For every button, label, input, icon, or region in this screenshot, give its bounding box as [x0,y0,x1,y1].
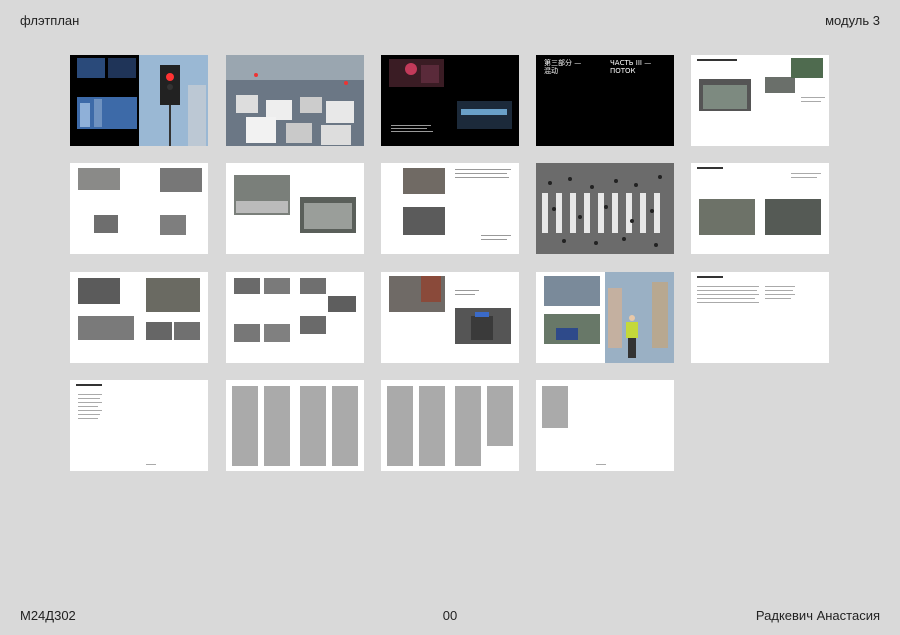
spread-7 [226,163,364,254]
spread-5 [691,55,829,146]
spread-9 [536,163,674,254]
spread-15 [691,272,829,363]
spread-14 [536,272,674,363]
part-title-zh-1: 第三部分 — [544,58,581,67]
flatplan-title: флэтплан [20,13,80,28]
part-title-ru-1: ЧАСТЬ III — [610,59,651,67]
spread-6 [70,163,208,254]
module-label: модуль 3 [825,13,880,28]
spread-3 [381,55,519,146]
author-name: Радкевич Анастасия [755,608,880,623]
spread-1 [70,55,208,146]
spread-12 [226,272,364,363]
part-title-zh-2: 混动 [544,66,558,75]
spread-part-title: 第三部分 — 混动 ЧАСТЬ III — ПОТОК [536,55,674,146]
spread-17 [226,380,364,471]
part-title-ru-2: ПОТОК [610,67,636,75]
spread-18 [381,380,519,471]
spread-16 [70,380,208,471]
spread-19 [536,380,674,471]
spread-11 [70,272,208,363]
spread-13 [381,272,519,363]
spread-10 [691,163,829,254]
spread-2 [226,55,364,146]
spread-8 [381,163,519,254]
